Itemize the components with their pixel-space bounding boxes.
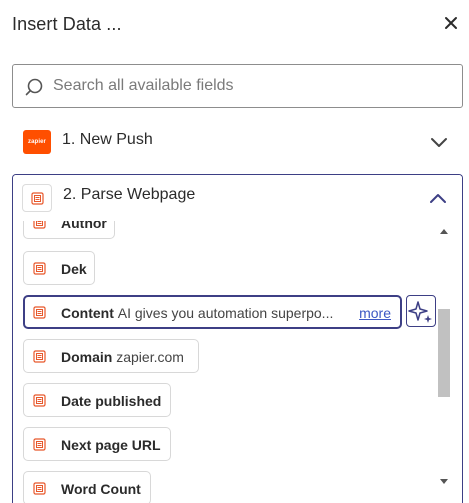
document-icon (33, 262, 46, 275)
step-parse-webpage-header[interactable]: 2. Parse Webpage (13, 175, 462, 221)
field-label: Domain zapier.com (61, 349, 184, 365)
field-label: Content AI gives you automation superpo.… (61, 305, 333, 321)
field-next-page-url[interactable]: Next page URL (23, 427, 171, 461)
more-link[interactable]: more (359, 305, 391, 321)
field-date-published[interactable]: Date published (23, 383, 171, 417)
search-input[interactable] (53, 71, 453, 101)
field-name: Content (61, 305, 114, 321)
field-name: Date published (61, 393, 162, 409)
dialog-title: Insert Data ... (12, 14, 122, 34)
document-icon (33, 221, 46, 229)
field-name: Word Count (61, 481, 141, 497)
field-name: Author (61, 221, 107, 231)
step-new-push[interactable]: zapier 1. New Push (12, 120, 463, 164)
field-value: AI gives you automation superpo... (117, 305, 334, 321)
scroll-up-arrow-icon[interactable] (440, 229, 448, 234)
scroll-down-arrow-icon[interactable] (440, 479, 448, 484)
chevron-down-icon[interactable] (429, 134, 449, 150)
field-list: Author Dek Content AI gives you automati… (13, 221, 433, 503)
document-icon (33, 306, 46, 319)
step-label: 1. New Push (62, 131, 153, 148)
step-parse-webpage-panel: 2. Parse Webpage Author Dek Content AI g… (12, 174, 463, 503)
field-content[interactable]: Content AI gives you automation superpo.… (23, 295, 402, 329)
step-label: 2. Parse Webpage (63, 186, 196, 203)
search-field[interactable] (12, 64, 463, 108)
field-author[interactable]: Author (23, 221, 115, 239)
scrollbar[interactable] (437, 227, 451, 503)
field-name: Dek (61, 261, 87, 277)
field-word-count[interactable]: Word Count (23, 471, 151, 503)
ai-sparkle-button[interactable] (406, 295, 436, 327)
field-value: zapier.com (116, 349, 184, 365)
document-icon (33, 350, 46, 363)
dialog-header: Insert Data ... (12, 10, 462, 38)
field-dek[interactable]: Dek (23, 251, 95, 285)
parse-webpage-app-icon (22, 184, 52, 212)
field-name: Domain (61, 349, 113, 365)
field-name: Next page URL (61, 437, 161, 453)
document-icon (33, 482, 46, 495)
sparkle-icon (408, 301, 432, 323)
close-icon[interactable] (440, 12, 462, 34)
search-icon (24, 77, 44, 97)
document-icon (33, 438, 46, 451)
zapier-logo-icon: zapier (23, 130, 51, 154)
scrollbar-thumb[interactable] (438, 309, 450, 397)
field-domain[interactable]: Domain zapier.com (23, 339, 199, 373)
document-icon (33, 394, 46, 407)
chevron-up-icon[interactable] (428, 190, 448, 206)
